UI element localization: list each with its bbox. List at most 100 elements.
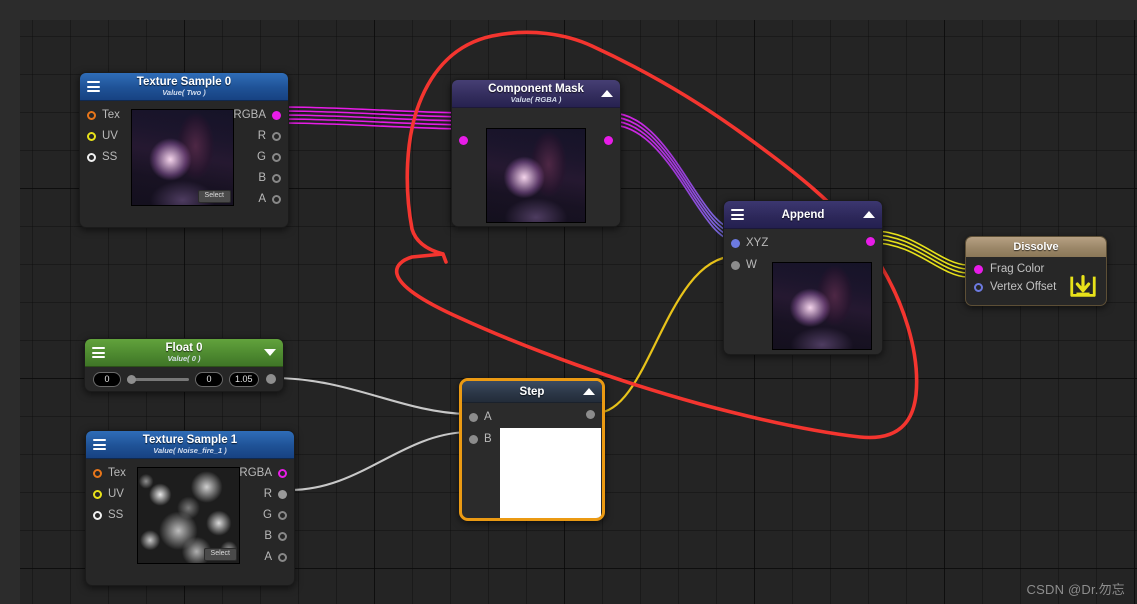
float-slider[interactable] bbox=[127, 372, 189, 387]
port-dot-icon[interactable] bbox=[731, 238, 740, 248]
port-dot-icon[interactable] bbox=[469, 434, 478, 444]
node-body: Tex UV SS RGBA R G B A Select bbox=[80, 101, 288, 227]
node-header[interactable]: Component Mask Value( RGBA ) bbox=[452, 80, 620, 108]
port-g[interactable]: G bbox=[257, 151, 281, 163]
port-tex[interactable]: Tex bbox=[93, 467, 126, 479]
port-dot-icon[interactable] bbox=[272, 173, 281, 183]
port-b[interactable]: B bbox=[264, 530, 287, 542]
menu-icon[interactable] bbox=[92, 347, 105, 358]
float-value-field[interactable]: 0 bbox=[93, 371, 121, 387]
port-rgba[interactable]: RGBA bbox=[239, 467, 287, 479]
texture-preview-thumbnail[interactable]: Select bbox=[137, 467, 240, 564]
port-ss[interactable]: SS bbox=[87, 151, 120, 163]
port-dot-icon[interactable] bbox=[87, 152, 96, 162]
port-label: SS bbox=[102, 151, 118, 163]
port-dot-icon[interactable] bbox=[974, 282, 983, 292]
select-texture-button[interactable]: Select bbox=[203, 548, 237, 561]
port-dot-icon[interactable] bbox=[93, 489, 102, 499]
port-label: B bbox=[264, 530, 272, 542]
watermark-text: CSDN @Dr.勿忘 bbox=[1026, 582, 1125, 597]
node-subtitle: Value( Noise_fire_1 ) bbox=[153, 446, 227, 455]
port-uv[interactable]: UV bbox=[93, 488, 126, 500]
port-dot-icon[interactable] bbox=[469, 412, 478, 422]
node-component-mask[interactable]: Component Mask Value( RGBA ) bbox=[451, 79, 621, 227]
node-header[interactable]: Step bbox=[462, 381, 602, 403]
node-subtitle: Value( RGBA ) bbox=[510, 95, 562, 104]
menu-icon[interactable] bbox=[93, 439, 106, 450]
port-dot-icon[interactable] bbox=[278, 468, 287, 478]
node-title: Float 0 bbox=[165, 342, 203, 354]
port-tex[interactable]: Tex bbox=[87, 109, 120, 121]
output-ports: RGBA R G B A bbox=[233, 107, 288, 205]
port-xyz[interactable]: XYZ bbox=[731, 237, 882, 249]
node-dissolve[interactable]: Dissolve Frag Color Vertex Offset bbox=[965, 236, 1107, 306]
port-label: R bbox=[263, 488, 272, 500]
select-texture-button[interactable]: Select bbox=[197, 190, 231, 203]
node-append[interactable]: Append XYZ W bbox=[723, 200, 883, 355]
node-body: Frag Color Vertex Offset bbox=[966, 257, 1106, 305]
float-output-port[interactable] bbox=[266, 374, 276, 384]
port-a[interactable]: A bbox=[258, 193, 281, 205]
port-label: UV bbox=[108, 488, 124, 500]
step-preview-thumbnail bbox=[500, 428, 601, 518]
port-dot-icon[interactable] bbox=[731, 260, 740, 270]
port-dot-icon[interactable] bbox=[87, 110, 96, 120]
float-min-field[interactable]: 0 bbox=[195, 371, 223, 387]
port-label: A bbox=[258, 193, 266, 205]
port-dot-icon[interactable] bbox=[93, 468, 102, 478]
float-max-field[interactable]: 1.05 bbox=[229, 371, 259, 387]
port-uv[interactable]: UV bbox=[87, 130, 120, 142]
port-r[interactable]: R bbox=[258, 130, 281, 142]
node-header[interactable]: Float 0 Value( 0 ) bbox=[85, 339, 283, 367]
node-body: 0 0 1.05 bbox=[85, 367, 283, 391]
port-dot-icon[interactable] bbox=[278, 489, 287, 499]
menu-icon[interactable] bbox=[87, 81, 100, 92]
port-dot-icon[interactable] bbox=[278, 510, 287, 520]
port-g[interactable]: G bbox=[263, 509, 287, 521]
node-subtitle: Value( 0 ) bbox=[167, 354, 201, 363]
port-r[interactable]: R bbox=[264, 488, 287, 500]
mask-input-port[interactable] bbox=[459, 136, 468, 145]
port-dot-icon[interactable] bbox=[278, 552, 287, 562]
port-dot-icon[interactable] bbox=[87, 131, 96, 141]
input-ports: Tex UV SS bbox=[86, 465, 126, 563]
port-label: XYZ bbox=[746, 237, 769, 249]
node-header[interactable]: Texture Sample 1 Value( Noise_fire_1 ) bbox=[86, 431, 294, 459]
menu-icon[interactable] bbox=[731, 209, 744, 220]
collapse-chevron-up-icon[interactable] bbox=[601, 90, 613, 97]
port-dot-icon[interactable] bbox=[272, 194, 281, 204]
node-step[interactable]: Step A B bbox=[459, 378, 605, 521]
port-a[interactable]: A bbox=[264, 551, 287, 563]
node-header[interactable]: Texture Sample 0 Value( Two ) bbox=[80, 73, 288, 101]
port-label: Frag Color bbox=[990, 263, 1045, 275]
collapse-chevron-up-icon[interactable] bbox=[863, 211, 875, 218]
append-output-port[interactable] bbox=[866, 237, 875, 246]
port-dot-icon[interactable] bbox=[272, 110, 281, 120]
mask-output-port[interactable] bbox=[604, 136, 613, 145]
node-title: Dissolve bbox=[1013, 241, 1059, 253]
port-ss[interactable]: SS bbox=[93, 509, 126, 521]
port-dot-icon[interactable] bbox=[272, 131, 281, 141]
port-b[interactable]: B bbox=[258, 172, 281, 184]
port-dot-icon[interactable] bbox=[974, 264, 983, 274]
canvas-left-gutter bbox=[0, 0, 20, 604]
collapse-chevron-up-icon[interactable] bbox=[583, 388, 595, 395]
port-rgba[interactable]: RGBA bbox=[233, 109, 281, 121]
port-a[interactable]: A bbox=[469, 411, 602, 423]
save-download-icon[interactable] bbox=[1068, 271, 1098, 301]
node-texture-sample-1[interactable]: Texture Sample 1 Value( Noise_fire_1 ) T… bbox=[85, 430, 295, 586]
slider-knob[interactable] bbox=[127, 374, 136, 384]
node-body: Tex UV SS RGBA R G B A Select bbox=[86, 459, 294, 585]
node-header[interactable]: Append bbox=[724, 201, 882, 229]
input-ports: Tex UV SS bbox=[80, 107, 120, 205]
expand-chevron-down-icon[interactable] bbox=[264, 349, 276, 356]
port-dot-icon[interactable] bbox=[272, 152, 281, 162]
texture-preview-thumbnail[interactable]: Select bbox=[131, 109, 234, 206]
node-float-0[interactable]: Float 0 Value( 0 ) 0 0 1.05 bbox=[84, 338, 284, 392]
port-dot-icon[interactable] bbox=[278, 531, 287, 541]
canvas-top-gutter bbox=[0, 0, 1137, 20]
step-output-port[interactable] bbox=[586, 410, 595, 419]
node-texture-sample-0[interactable]: Texture Sample 0 Value( Two ) Tex UV SS bbox=[79, 72, 289, 228]
port-dot-icon[interactable] bbox=[93, 510, 102, 520]
node-header[interactable]: Dissolve bbox=[966, 237, 1106, 257]
